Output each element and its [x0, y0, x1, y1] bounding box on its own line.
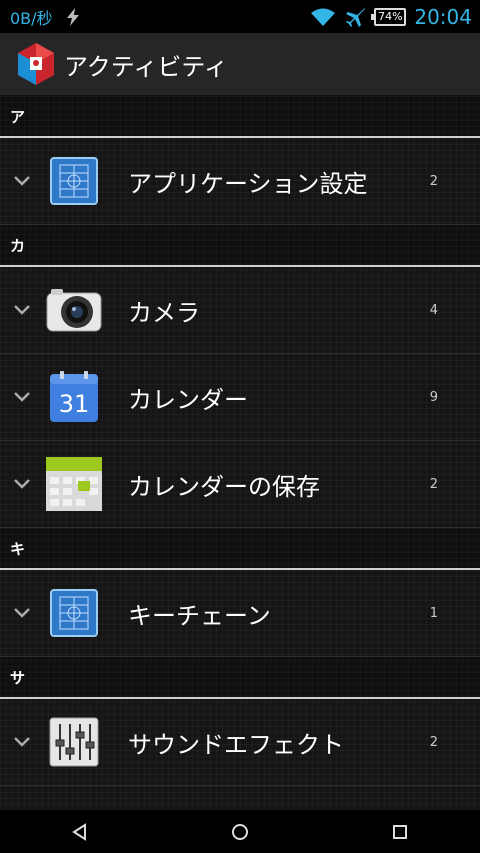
wifi-icon [311, 8, 336, 26]
activity-list[interactable]: ア アプリケーション設定 2 カ カメラ 4 31 カレンダー 9 カレンダーの… [0, 96, 480, 810]
equalizer-icon [44, 712, 104, 772]
camera-icon [44, 280, 104, 340]
list-item[interactable]: カメラ 4 [0, 267, 480, 354]
section-header-sa: サ [0, 657, 480, 699]
page-title: アクティビティ [64, 52, 228, 81]
item-label: サウンドエフェクト [128, 730, 344, 759]
item-label: カレンダー [128, 385, 248, 414]
calendar-icon-text: 31 [59, 390, 90, 418]
battery-icon: 74% [371, 7, 407, 26]
status-right: 74% 20:04 [310, 5, 472, 29]
calendar-icon: 31 [44, 367, 104, 427]
battery-level: 74% [378, 10, 403, 23]
navigation-bar [0, 810, 480, 853]
chevron-down-icon[interactable] [0, 304, 44, 316]
calendar-storage-icon [44, 454, 104, 514]
item-count: 9 [429, 389, 438, 405]
airplane-icon [346, 7, 366, 27]
action-bar: アクティビティ [0, 33, 480, 96]
lightning-icon [66, 7, 79, 26]
list-item[interactable]: サウンドエフェクト 2 [0, 699, 480, 786]
list-item[interactable]: カレンダーの保存 2 [0, 441, 480, 528]
clock: 20:04 [414, 4, 472, 29]
back-icon[interactable] [69, 821, 91, 843]
item-count: 2 [429, 734, 438, 750]
chevron-down-icon[interactable] [0, 607, 44, 619]
home-icon[interactable] [229, 821, 251, 843]
blueprint-icon [44, 583, 104, 643]
section-header-ki: キ [0, 528, 480, 570]
item-count: 2 [429, 173, 438, 189]
item-count: 2 [429, 476, 438, 492]
chevron-down-icon[interactable] [0, 736, 44, 748]
item-label: アプリケーション設定 [128, 169, 368, 198]
blueprint-icon [44, 151, 104, 211]
section-header-a: ア [0, 96, 480, 138]
list-item[interactable]: アプリケーション設定 2 [0, 138, 480, 225]
chevron-down-icon[interactable] [0, 478, 44, 490]
chevron-down-icon[interactable] [0, 175, 44, 187]
item-label: カレンダーの保存 [128, 472, 320, 501]
status-bar: 0B/秒 74% 20:04 [0, 0, 480, 33]
chevron-down-icon[interactable] [0, 391, 44, 403]
item-label: カメラ [128, 298, 200, 327]
list-item[interactable]: 31 カレンダー 9 [0, 354, 480, 441]
list-item[interactable]: キーチェーン 1 [0, 570, 480, 657]
item-label: キーチェーン [128, 601, 271, 630]
recent-apps-icon[interactable] [389, 821, 411, 843]
status-left: 0B/秒 [10, 5, 83, 29]
item-count: 1 [429, 605, 438, 621]
network-speed: 0B/秒 [10, 8, 53, 28]
item-count: 4 [429, 302, 438, 318]
section-header-ka: カ [0, 225, 480, 267]
app-logo-icon[interactable] [16, 42, 56, 86]
